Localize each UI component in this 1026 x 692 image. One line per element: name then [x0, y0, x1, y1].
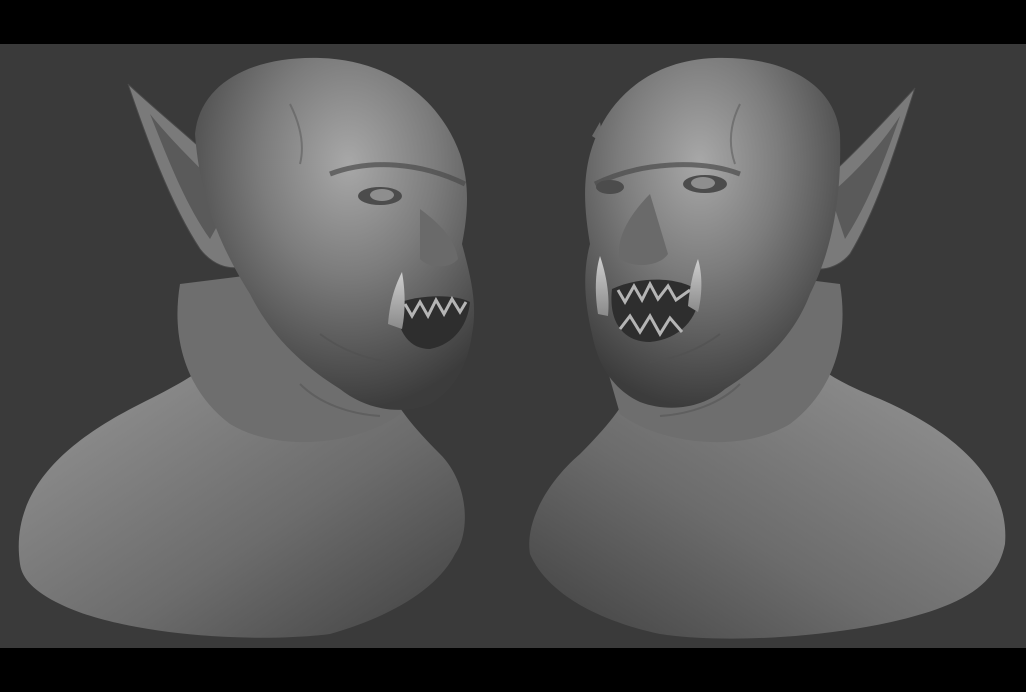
render-viewport: [0, 44, 1026, 648]
letterbox-bottom: [0, 648, 1026, 692]
sculpt-canvas: [18, 57, 1006, 639]
render-frame: [0, 0, 1026, 692]
right-bust: [529, 57, 1006, 639]
right-bust-eye-far: [596, 180, 624, 194]
left-bust: [18, 57, 475, 638]
letterbox-top: [0, 0, 1026, 44]
